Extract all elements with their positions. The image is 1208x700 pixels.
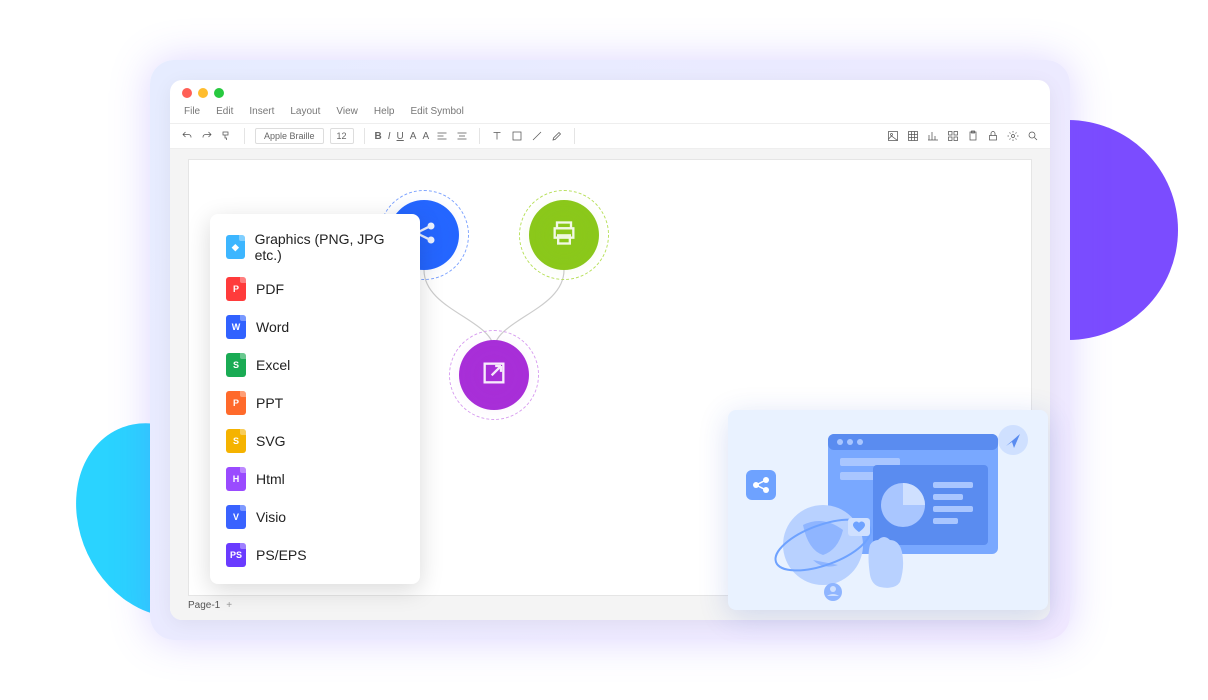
export-item[interactable]: S SVG bbox=[210, 422, 420, 460]
file-type-icon: P bbox=[226, 277, 246, 301]
underline-icon[interactable]: U bbox=[397, 131, 404, 142]
font-color-icon[interactable]: A bbox=[410, 131, 417, 142]
file-type-icon: S bbox=[226, 429, 246, 453]
add-page-icon[interactable]: + bbox=[226, 600, 232, 611]
line-tool-icon[interactable] bbox=[530, 129, 544, 143]
export-node[interactable] bbox=[459, 340, 529, 410]
text-tool-icon[interactable] bbox=[490, 129, 504, 143]
grid-icon[interactable] bbox=[946, 129, 960, 143]
divider bbox=[364, 128, 365, 144]
lock-icon[interactable] bbox=[986, 129, 1000, 143]
minimize-dot-icon[interactable] bbox=[198, 88, 208, 98]
export-item[interactable]: V Visio bbox=[210, 498, 420, 536]
menu-help[interactable]: Help bbox=[374, 106, 395, 117]
image-icon[interactable] bbox=[886, 129, 900, 143]
shape-tool-icon[interactable] bbox=[510, 129, 524, 143]
export-item-label: PDF bbox=[256, 281, 284, 297]
divider bbox=[479, 128, 480, 144]
menu-layout[interactable]: Layout bbox=[290, 106, 320, 117]
file-type-icon: ◆ bbox=[226, 235, 245, 259]
table-icon[interactable] bbox=[906, 129, 920, 143]
divider bbox=[244, 128, 245, 144]
decor-blob-right bbox=[1058, 120, 1178, 340]
file-type-icon: V bbox=[226, 505, 246, 529]
export-item-label: Visio bbox=[256, 509, 286, 525]
export-item-label: Graphics (PNG, JPG etc.) bbox=[255, 231, 404, 263]
file-type-icon: H bbox=[226, 467, 246, 491]
highlight-icon[interactable]: A bbox=[422, 131, 429, 142]
redo-icon[interactable] bbox=[200, 129, 214, 143]
export-item-label: Word bbox=[256, 319, 289, 335]
export-item-label: Html bbox=[256, 471, 285, 487]
print-node[interactable] bbox=[529, 200, 599, 270]
window-titlebar bbox=[170, 80, 1050, 106]
divider bbox=[574, 128, 575, 144]
settings-icon[interactable] bbox=[1006, 129, 1020, 143]
export-item[interactable]: S Excel bbox=[210, 346, 420, 384]
align-left-icon[interactable] bbox=[435, 129, 449, 143]
align-center-icon[interactable] bbox=[455, 129, 469, 143]
export-item-label: Excel bbox=[256, 357, 290, 373]
export-item-label: SVG bbox=[256, 433, 286, 449]
file-type-icon: S bbox=[226, 353, 246, 377]
maximize-dot-icon[interactable] bbox=[214, 88, 224, 98]
page-tab[interactable]: Page-1 bbox=[188, 600, 220, 611]
undo-icon[interactable] bbox=[180, 129, 194, 143]
pen-tool-icon[interactable] bbox=[550, 129, 564, 143]
export-item[interactable]: P PDF bbox=[210, 270, 420, 308]
export-item[interactable]: H Html bbox=[210, 460, 420, 498]
clipboard-icon[interactable] bbox=[966, 129, 980, 143]
export-menu: ◆ Graphics (PNG, JPG etc.) P PDF W Word S Excel… bbox=[210, 214, 420, 584]
menu-bar: File Edit Insert Layout View Help Edit S… bbox=[170, 106, 1050, 123]
menu-view[interactable]: View bbox=[336, 106, 358, 117]
export-item[interactable]: PS PS/EPS bbox=[210, 536, 420, 574]
node-ring bbox=[449, 330, 539, 420]
bold-icon[interactable]: B bbox=[375, 131, 382, 142]
node-ring bbox=[519, 190, 609, 280]
menu-edit[interactable]: Edit bbox=[216, 106, 233, 117]
menu-file[interactable]: File bbox=[184, 106, 200, 117]
illustration-card bbox=[728, 410, 1048, 610]
toolbar: Apple Braille 12 B I U A A bbox=[170, 123, 1050, 149]
export-item-label: PS/EPS bbox=[256, 547, 307, 563]
font-selector[interactable]: Apple Braille bbox=[255, 128, 324, 144]
close-dot-icon[interactable] bbox=[182, 88, 192, 98]
file-type-icon: P bbox=[226, 391, 246, 415]
format-painter-icon[interactable] bbox=[220, 129, 234, 143]
export-item[interactable]: W Word bbox=[210, 308, 420, 346]
menu-edit-symbol[interactable]: Edit Symbol bbox=[410, 106, 463, 117]
export-item[interactable]: ◆ Graphics (PNG, JPG etc.) bbox=[210, 224, 420, 270]
search-icon[interactable] bbox=[1026, 129, 1040, 143]
chart-icon[interactable] bbox=[926, 129, 940, 143]
menu-insert[interactable]: Insert bbox=[249, 106, 274, 117]
file-type-icon: W bbox=[226, 315, 246, 339]
italic-icon[interactable]: I bbox=[388, 131, 391, 142]
export-item[interactable]: P PPT bbox=[210, 384, 420, 422]
font-size-selector[interactable]: 12 bbox=[330, 128, 354, 144]
export-item-label: PPT bbox=[256, 395, 283, 411]
file-type-icon: PS bbox=[226, 543, 246, 567]
